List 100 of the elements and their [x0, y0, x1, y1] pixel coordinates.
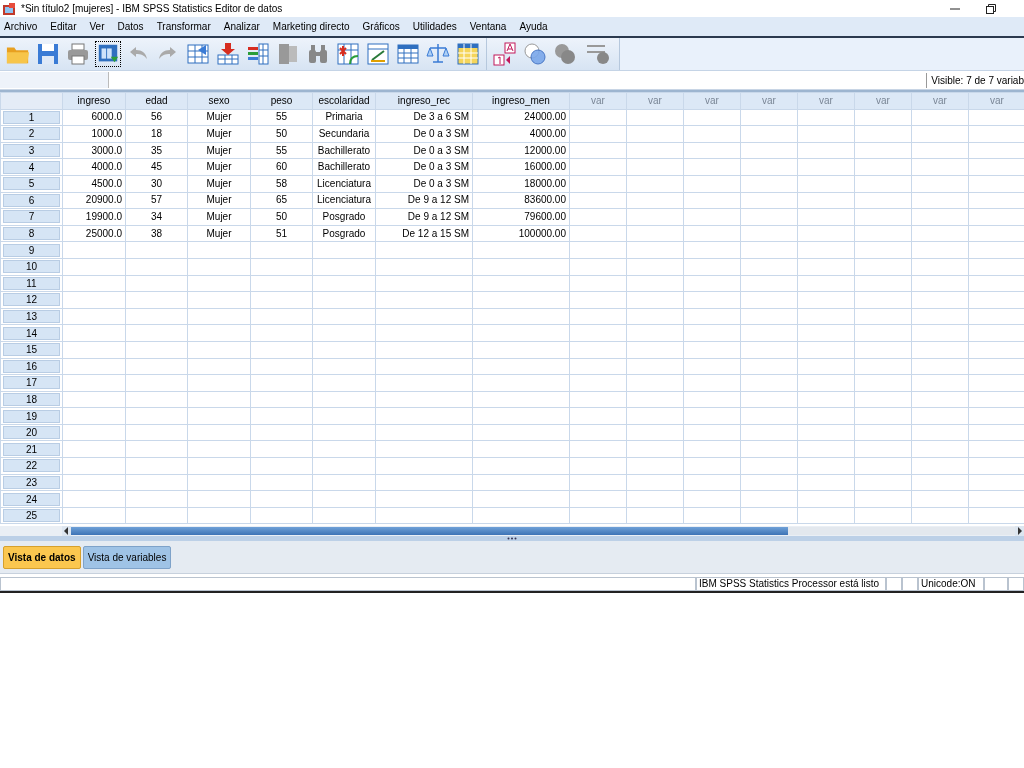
view-tab[interactable]: Vista de variables [82, 545, 172, 569]
row-header[interactable]: 18 [3, 393, 60, 406]
table-cell: Primaria [325, 111, 363, 123]
circles-icon[interactable] [523, 42, 547, 66]
table-cell: Mujer [206, 210, 232, 222]
insert-variable-icon[interactable] [246, 42, 270, 66]
status-bar-panel [902, 577, 918, 591]
view-tab[interactable]: Vista de datos [3, 545, 81, 569]
table-cell: 100000.00 [518, 227, 566, 239]
row-header[interactable]: 21 [3, 442, 60, 456]
menu-item[interactable]: Marketing directo [267, 21, 358, 32]
column-header[interactable]: edad [125, 92, 188, 110]
table-cell: Bachillerato [317, 161, 371, 173]
row-header[interactable]: 2 [3, 127, 60, 141]
menu-item[interactable]: Archivo [0, 21, 46, 32]
row-header[interactable]: 10 [3, 260, 60, 274]
row-header[interactable]: 22 [3, 459, 60, 473]
row-header[interactable]: 13 [3, 310, 60, 323]
column-header[interactable]: sexo [187, 92, 251, 110]
row-header[interactable]: 11 [3, 276, 60, 290]
table-cell: De 12 a 15 SM [402, 227, 469, 239]
row-header[interactable]: 16 [3, 359, 60, 373]
menu-item[interactable]: Transformar [151, 21, 219, 32]
table-cell: Posgrado [322, 210, 366, 222]
row-header[interactable]: 12 [3, 293, 60, 307]
splitter-handle-icon[interactable] [507, 537, 517, 540]
row-header[interactable]: 20 [3, 426, 60, 440]
menu-item[interactable]: Editar [45, 21, 85, 32]
column-header[interactable]: ingreso_men [472, 92, 570, 110]
menu-item[interactable]: Gráficos [357, 21, 408, 32]
table-cell: 65 [275, 194, 288, 206]
menu-item[interactable]: Datos [112, 21, 152, 32]
insert-cases-icon[interactable] [216, 42, 240, 66]
table-cell: 12000.00 [524, 144, 566, 156]
dialog-recall-icon[interactable] [96, 42, 120, 66]
column-header[interactable]: ingreso [62, 92, 126, 110]
scale-icon[interactable] [426, 42, 450, 66]
row-header[interactable]: 9 [3, 243, 60, 257]
visible-variables-label: Visible: 7 de 7 variab [926, 72, 1024, 88]
binoculars-icon[interactable] [306, 42, 330, 66]
restore-icon[interactable] [986, 3, 996, 14]
table-cell: 56 [150, 111, 163, 123]
row-header[interactable]: 7 [3, 210, 60, 224]
table-cell: 35 [150, 144, 163, 156]
cell-reference-field[interactable] [0, 72, 109, 88]
table-cell: De 9 a 12 SM [407, 210, 469, 222]
print-icon[interactable] [66, 42, 90, 66]
table-cell: 4000.0 [91, 161, 122, 173]
value-labels-icon[interactable] [336, 42, 360, 66]
table-cell: 58 [275, 177, 288, 189]
table-cell: 50 [275, 128, 288, 139]
row-header[interactable]: 25 [3, 509, 60, 523]
menu-item[interactable]: Ventana [464, 21, 515, 32]
table-cell: 57 [150, 194, 163, 206]
chart-table-icon[interactable] [366, 42, 390, 66]
app-icon [3, 2, 16, 15]
menu-item[interactable]: Ver [84, 21, 113, 32]
table-cell: Mujer [206, 128, 232, 139]
grid-icon[interactable] [396, 42, 420, 66]
row-header[interactable]: 6 [3, 193, 60, 207]
row-header[interactable]: 3 [3, 144, 60, 158]
row-header[interactable]: 23 [3, 475, 60, 489]
table-cell: 51 [275, 227, 288, 239]
table-cell: De 0 a 3 SM [413, 161, 469, 173]
table-cell: 16000.00 [524, 161, 566, 173]
table-cell: Mujer [206, 144, 232, 156]
scroll-right-icon[interactable] [1015, 526, 1024, 536]
corner-cell[interactable] [0, 92, 63, 110]
table-cell: Mujer [206, 194, 232, 206]
column-header[interactable]: ingreso_rec [375, 92, 473, 110]
go-to-case-icon[interactable] [186, 42, 210, 66]
row-header[interactable]: 5 [3, 177, 60, 191]
column-header[interactable]: escolaridad [312, 92, 376, 110]
menu-item[interactable]: Ayuda [514, 21, 556, 32]
table-cell: 18000.00 [524, 177, 566, 189]
row-header[interactable]: 15 [3, 343, 60, 357]
row-header[interactable]: 8 [3, 227, 60, 241]
spreadsheet-icon[interactable] [456, 42, 480, 66]
table-cell: 25000.0 [85, 227, 122, 239]
row-header[interactable]: 4 [3, 160, 60, 174]
table-cell: De 3 a 6 SM [413, 111, 469, 123]
row-header[interactable]: 14 [3, 326, 60, 340]
table-cell: 45 [150, 161, 163, 173]
row-header[interactable]: 17 [3, 376, 60, 390]
scrollbar-thumb[interactable] [71, 527, 789, 535]
table-cell: 30 [150, 177, 163, 189]
row-header[interactable]: 24 [3, 492, 60, 506]
row-header[interactable]: 19 [3, 409, 60, 423]
scroll-left-icon[interactable] [62, 526, 71, 536]
table-cell: 18 [150, 128, 163, 139]
table-cell: 55 [275, 144, 288, 156]
table-cell: 4000.00 [529, 128, 566, 139]
table-cell: Mujer [206, 177, 232, 189]
circles-icon[interactable] [553, 42, 577, 66]
variable-sets-icon[interactable] [493, 42, 517, 66]
row-header[interactable]: 1 [3, 110, 60, 124]
menu-item[interactable]: Analizar [218, 21, 268, 32]
column-header[interactable]: peso [250, 92, 313, 110]
menu-item[interactable]: Utilidades [407, 21, 465, 32]
table-cell: Mujer [206, 227, 232, 239]
